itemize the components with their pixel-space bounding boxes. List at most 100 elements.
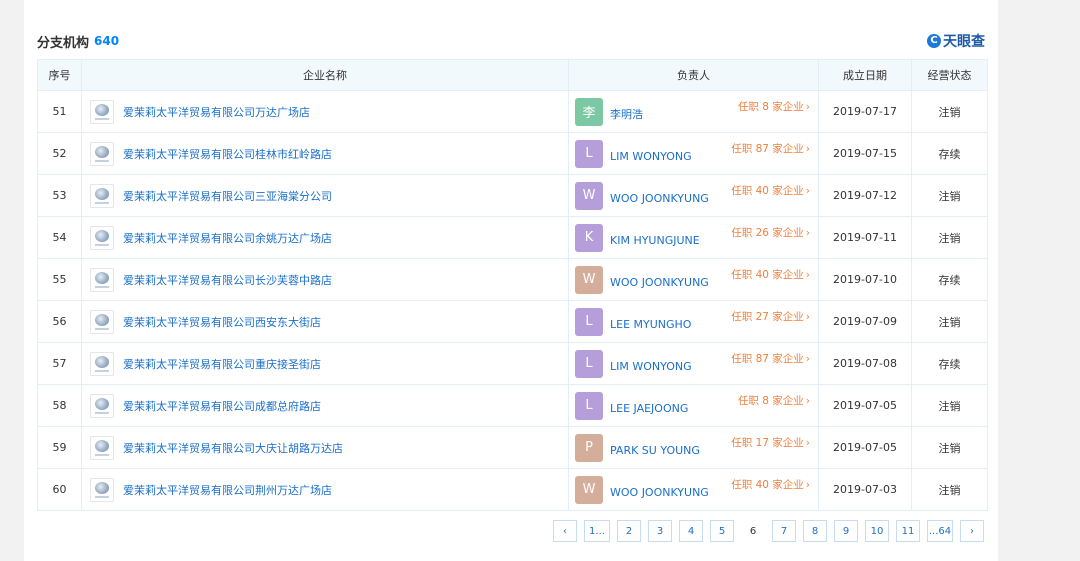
tenure-link[interactable]: 任职 40 家企业 ›	[731, 267, 810, 282]
page-button[interactable]: 5	[710, 520, 734, 542]
person-link[interactable]: WOO JOONKYUNG	[610, 276, 709, 289]
page-button[interactable]: 11	[896, 520, 920, 542]
company-link[interactable]: 爱茉莉太平洋贸易有限公司成都总府路店	[123, 398, 321, 414]
tenure-link[interactable]: 任职 17 家企业 ›	[731, 435, 810, 450]
tenure-link[interactable]: 任职 8 家企业 ›	[738, 99, 810, 114]
page-button[interactable]: 10	[865, 520, 889, 542]
avatar[interactable]: W	[575, 475, 603, 504]
brand-logo[interactable]: C 天眼查	[927, 31, 985, 51]
chevron-right-icon: ›	[805, 101, 810, 113]
chevron-right-icon: ›	[805, 143, 810, 155]
tenure-link[interactable]: 任职 87 家企业 ›	[731, 351, 810, 366]
tenure-text: 任职 27 家企业	[731, 311, 804, 323]
company-logo-icon[interactable]	[90, 477, 114, 502]
tenure-text: 任职 8 家企业	[737, 101, 804, 113]
tenure-link[interactable]: 任职 8 家企业 ›	[738, 393, 810, 408]
company-cell: 爱茉莉太平洋贸易有限公司西安东大街店	[81, 300, 569, 343]
tenure-link[interactable]: 任职 27 家企业 ›	[731, 309, 810, 324]
table-header-row: 序号 企业名称 负责人 成立日期 经营状态	[37, 59, 988, 91]
avatar[interactable]: L	[575, 139, 603, 168]
page-button[interactable]: 9	[834, 520, 858, 542]
established-date: 2019-07-15	[818, 132, 912, 175]
company-cell: 爱茉莉太平洋贸易有限公司重庆接圣街店	[81, 342, 569, 385]
company-link[interactable]: 爱茉莉太平洋贸易有限公司余姚万达广场店	[123, 230, 332, 246]
status-badge: 存续	[911, 342, 988, 385]
page-button[interactable]: 4	[679, 520, 703, 542]
branch-table: 序号 企业名称 负责人 成立日期 经营状态 51 爱茉莉太平洋贸易有限公司万达广场…	[37, 59, 988, 511]
chevron-right-icon: ›	[805, 353, 810, 365]
company-link[interactable]: 爱茉莉太平洋贸易有限公司大庆让胡路万达店	[123, 440, 343, 456]
company-logo-icon[interactable]	[90, 99, 114, 124]
status-badge: 存续	[911, 132, 988, 175]
established-date: 2019-07-09	[818, 300, 912, 343]
prev-page-button[interactable]: ‹	[553, 520, 577, 542]
person-link[interactable]: WOO JOONKYUNG	[610, 192, 709, 205]
person-link[interactable]: 李明浩	[610, 106, 643, 122]
company-link[interactable]: 爱茉莉太平洋贸易有限公司万达广场店	[123, 104, 310, 120]
company-link[interactable]: 爱茉莉太平洋贸易有限公司重庆接圣街店	[123, 356, 321, 372]
established-date: 2019-07-17	[818, 90, 912, 133]
page-button[interactable]: 2	[617, 520, 641, 542]
page-button[interactable]: 7	[772, 520, 796, 542]
established-date: 2019-07-05	[818, 384, 912, 427]
column-header-index: 序号	[37, 59, 82, 91]
person-link[interactable]: LIM WONYONG	[610, 360, 692, 373]
person-link[interactable]: LEE JAEJOONG	[610, 402, 688, 415]
company-logo-icon[interactable]	[90, 435, 114, 460]
table-row: 53 爱茉莉太平洋贸易有限公司三亚海棠分公司 W WOO JOONKYUNG 任职 40…	[37, 174, 988, 217]
table-row: 55 爱茉莉太平洋贸易有限公司长沙芙蓉中路店 W WOO JOONKYUNG 任职 40…	[37, 258, 988, 301]
page-button[interactable]: 3	[648, 520, 672, 542]
page-button[interactable]: 1...	[584, 520, 610, 542]
company-logo-icon[interactable]	[90, 267, 114, 292]
avatar[interactable]: 李	[575, 97, 603, 126]
chevron-right-icon: ›	[805, 269, 810, 281]
page-button[interactable]: ...64	[927, 520, 953, 542]
avatar[interactable]: W	[575, 265, 603, 294]
tenure-text: 任职 40 家企业	[731, 479, 804, 491]
tenure-link[interactable]: 任职 87 家企业 ›	[731, 141, 810, 156]
company-link[interactable]: 爱茉莉太平洋贸易有限公司长沙芙蓉中路店	[123, 272, 332, 288]
avatar[interactable]: L	[575, 391, 603, 420]
avatar[interactable]: K	[575, 223, 603, 252]
avatar[interactable]: W	[575, 181, 603, 210]
company-link[interactable]: 爱茉莉太平洋贸易有限公司荆州万达广场店	[123, 482, 332, 498]
person-link[interactable]: PARK SU YOUNG	[610, 444, 700, 457]
person-cell: K KIM HYUNGJUNE 任职 26 家企业 ›	[568, 216, 819, 259]
company-cell: 爱茉莉太平洋贸易有限公司成都总府路店	[81, 384, 569, 427]
company-link[interactable]: 爱茉莉太平洋贸易有限公司西安东大街店	[123, 314, 321, 330]
tenure-link[interactable]: 任职 40 家企业 ›	[731, 183, 810, 198]
avatar[interactable]: P	[575, 433, 603, 462]
page-button[interactable]: 8	[803, 520, 827, 542]
tenure-link[interactable]: 任职 26 家企业 ›	[731, 225, 810, 240]
company-logo-icon[interactable]	[90, 225, 114, 250]
company-link[interactable]: 爱茉莉太平洋贸易有限公司桂林市红岭路店	[123, 146, 332, 162]
avatar[interactable]: L	[575, 349, 603, 378]
company-logo-icon[interactable]	[90, 309, 114, 334]
next-page-button[interactable]: ›	[960, 520, 984, 542]
tenure-text: 任职 40 家企业	[731, 269, 804, 281]
table-row: 52 爱茉莉太平洋贸易有限公司桂林市红岭路店 L LIM WONYONG 任职 87 家…	[37, 132, 988, 175]
company-logo-icon[interactable]	[90, 183, 114, 208]
person-link[interactable]: LIM WONYONG	[610, 150, 692, 163]
company-logo-icon[interactable]	[90, 393, 114, 418]
company-cell: 爱茉莉太平洋贸易有限公司大庆让胡路万达店	[81, 426, 569, 469]
person-link[interactable]: WOO JOONKYUNG	[610, 486, 709, 499]
status-badge: 注销	[911, 426, 988, 469]
person-link[interactable]: LEE MYUNGHO	[610, 318, 691, 331]
avatar[interactable]: L	[575, 307, 603, 336]
status-badge: 注销	[911, 90, 988, 133]
company-cell: 爱茉莉太平洋贸易有限公司荆州万达广场店	[81, 468, 569, 511]
column-header-company: 企业名称	[81, 59, 569, 91]
row-index: 57	[37, 342, 82, 385]
company-logo-icon[interactable]	[90, 351, 114, 376]
person-link[interactable]: KIM HYUNGJUNE	[610, 234, 700, 247]
row-index: 59	[37, 426, 82, 469]
company-cell: 爱茉莉太平洋贸易有限公司长沙芙蓉中路店	[81, 258, 569, 301]
person-cell: W WOO JOONKYUNG 任职 40 家企业 ›	[568, 468, 819, 511]
tenure-link[interactable]: 任职 40 家企业 ›	[731, 477, 810, 492]
status-badge: 注销	[911, 174, 988, 217]
person-cell: 李李明浩 任职 8 家企业 ›	[568, 90, 819, 133]
company-link[interactable]: 爱茉莉太平洋贸易有限公司三亚海棠分公司	[123, 188, 332, 204]
tenure-text: 任职 17 家企业	[731, 437, 804, 449]
company-logo-icon[interactable]	[90, 141, 114, 166]
